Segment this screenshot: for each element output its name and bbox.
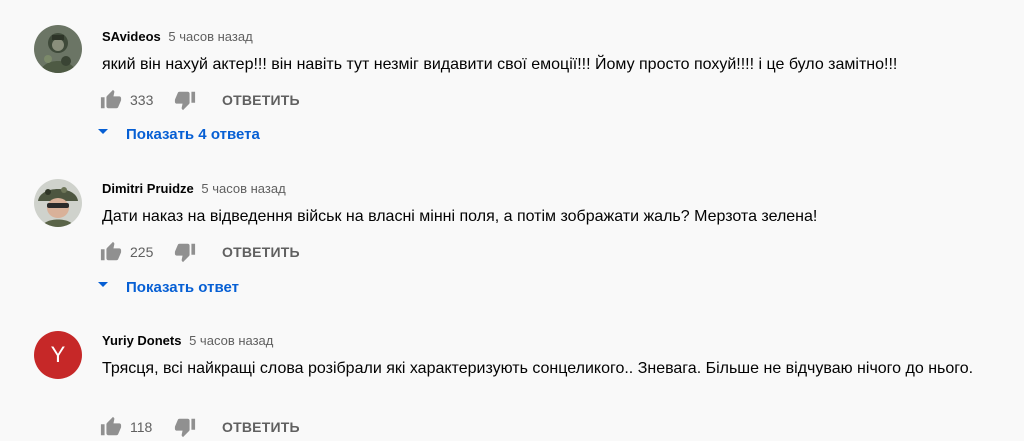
- comment-header: Yuriy Donets 5 часов назад: [102, 333, 273, 348]
- comment-time[interactable]: 5 часов назад: [189, 333, 273, 348]
- show-replies-button[interactable]: Показать 4 ответа: [96, 120, 260, 148]
- comment-actions: 225 ОТВЕТИТЬ: [100, 240, 300, 264]
- like-count: 225: [130, 244, 154, 260]
- chevron-down-icon: [96, 125, 110, 143]
- comment-text: який він нахуй актер!!! він навіть тут н…: [102, 56, 898, 73]
- thumbs-down-icon[interactable]: [174, 241, 196, 263]
- show-replies-label: Показать ответ: [126, 278, 239, 296]
- avatar-letter: Y: [50, 342, 66, 367]
- comment-time[interactable]: 5 часов назад: [201, 181, 285, 196]
- thumbs-up-icon[interactable]: [100, 241, 122, 263]
- comment-text: Трясця, всі найкращі слова розібрали які…: [102, 360, 974, 377]
- reply-button[interactable]: ОТВЕТИТЬ: [222, 92, 300, 108]
- comment-header: Dimitri Pruidze 5 часов назад: [102, 181, 286, 196]
- comment-header: SAvideos 5 часов назад: [102, 29, 253, 44]
- comment-actions: 118 ОТВЕТИТЬ: [100, 415, 300, 439]
- comment-text: Дати наказ на відведення військ на власн…: [102, 208, 818, 225]
- show-replies-label: Показать 4 ответа: [126, 125, 260, 143]
- avatar[interactable]: [34, 25, 82, 73]
- comment-item: Dimitri Pruidze 5 часов назад Дати наказ…: [0, 160, 1024, 315]
- reply-button[interactable]: ОТВЕТИТЬ: [222, 244, 300, 260]
- comment-item: Y Yuriy Donets 5 часов назад Трясця, всі…: [0, 315, 1024, 438]
- show-replies-button[interactable]: Показать ответ: [96, 273, 239, 301]
- comment-time[interactable]: 5 часов назад: [168, 29, 252, 44]
- author-name[interactable]: SAvideos: [102, 29, 161, 44]
- thumbs-up-icon[interactable]: [100, 89, 122, 111]
- comment-actions: 333 ОТВЕТИТЬ: [100, 88, 300, 112]
- like-count: 333: [130, 92, 154, 108]
- thumbs-up-icon[interactable]: [100, 416, 122, 438]
- avatar[interactable]: Y: [34, 331, 82, 379]
- author-name[interactable]: Dimitri Pruidze: [102, 181, 194, 196]
- comment-item: SAvideos 5 часов назад який він нахуй ак…: [0, 0, 1024, 160]
- chevron-down-icon: [96, 278, 110, 296]
- avatar[interactable]: [34, 179, 82, 227]
- thumbs-down-icon[interactable]: [174, 89, 196, 111]
- author-name[interactable]: Yuriy Donets: [102, 333, 181, 348]
- thumbs-down-icon[interactable]: [174, 416, 196, 438]
